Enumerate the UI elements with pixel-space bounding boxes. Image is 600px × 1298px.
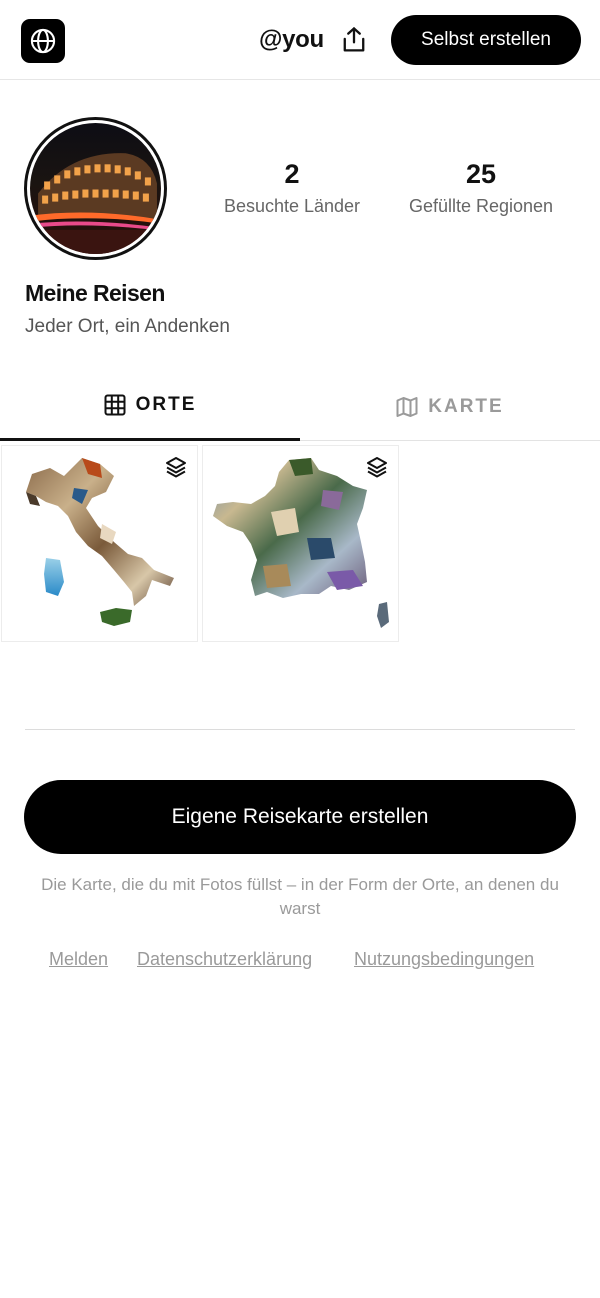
grid-icon: [104, 394, 126, 416]
tab-label: ORTE: [135, 394, 197, 415]
profile-title: Meine Reisen: [25, 280, 165, 306]
create-travel-map-button[interactable]: Eigene Reisekarte erstellen: [24, 780, 576, 854]
globe-icon: [30, 28, 56, 54]
username-handle[interactable]: @you: [259, 26, 324, 54]
cta-tagline: Die Karte, die du mit Fotos füllst – in …: [41, 875, 559, 918]
globe-logo-button[interactable]: [21, 19, 65, 63]
divider: [25, 729, 575, 730]
map-icon: [396, 396, 418, 417]
tab-karte[interactable]: KARTE: [300, 372, 600, 441]
grid-item-italy[interactable]: [1, 445, 198, 642]
share-icon: [343, 27, 365, 52]
share-button[interactable]: [339, 24, 369, 56]
colosseum-photo: [30, 123, 161, 254]
create-own-button[interactable]: Selbst erstellen: [391, 15, 581, 65]
stat-filled-regions: 25 Gefüllte Regionen: [398, 158, 564, 217]
stat-value: 25: [465, 159, 497, 189]
avatar[interactable]: [24, 117, 167, 260]
stat-label: Besuchte Länder: [223, 196, 361, 216]
tab-orte[interactable]: ORTE: [0, 372, 300, 441]
tab-label: KARTE: [428, 395, 504, 417]
top-bar: @you Selbst erstellen: [0, 0, 600, 80]
stat-visited-countries: 2 Besuchte Länder: [212, 158, 372, 217]
profile-subtitle: Jeder Ort, ein Andenken: [25, 316, 230, 337]
privacy-policy-link[interactable]: Datenschutzerklärung: [137, 949, 312, 970]
layers-icon: [367, 457, 387, 478]
tab-bar: ORTE KARTE: [0, 372, 600, 441]
footer-links: Melden Datenschutzerklärung Nutzungsbedi…: [0, 949, 600, 973]
stat-value: 2: [284, 159, 300, 189]
stat-label: Gefüllte Regionen: [408, 196, 554, 216]
layers-icon: [166, 457, 186, 478]
grid-item-france[interactable]: [202, 445, 399, 642]
terms-of-use-link[interactable]: Nutzungsbedingungen: [354, 949, 534, 970]
report-link[interactable]: Melden: [49, 949, 108, 970]
